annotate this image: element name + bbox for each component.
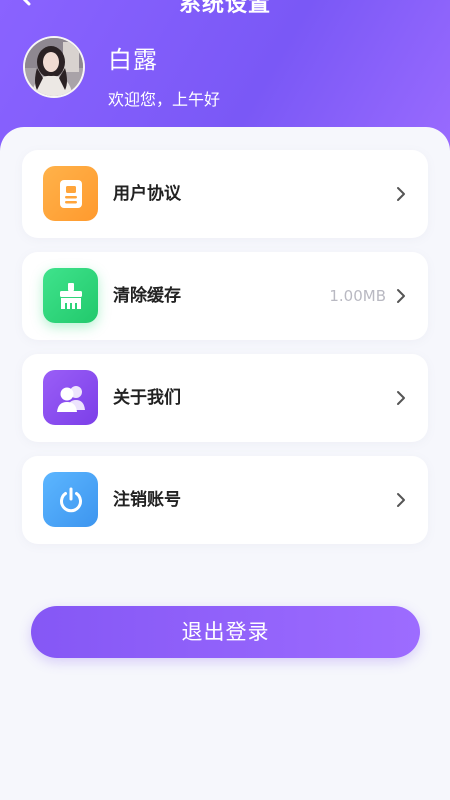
settings-item-label: 清除缓存 — [113, 286, 181, 306]
settings-item-user-agreement[interactable]: 用户协议 — [22, 150, 428, 238]
greeting-text: 欢迎您，上午好 — [108, 90, 221, 109]
chevron-right-icon — [397, 493, 405, 507]
power-icon — [43, 472, 98, 527]
page-title: 系统设置 — [178, 0, 271, 17]
settings-item-clear-cache[interactable]: 清除缓存 1.00MB — [22, 252, 428, 340]
document-icon — [43, 166, 98, 221]
chevron-right-icon — [397, 187, 405, 201]
settings-item-label: 关于我们 — [113, 388, 181, 408]
broom-icon — [43, 268, 98, 323]
chevron-right-icon — [397, 289, 405, 303]
logout-button[interactable]: 退出登录 — [31, 606, 420, 658]
avatar-photo — [25, 38, 83, 96]
settings-item-delete-account[interactable]: 注销账号 — [22, 456, 428, 544]
chevron-right-icon — [397, 391, 405, 405]
cache-size-value: 1.00MB — [329, 287, 386, 305]
user-name: 白露 — [108, 46, 158, 74]
users-icon — [43, 370, 98, 425]
settings-item-label: 用户协议 — [113, 184, 181, 204]
avatar[interactable] — [23, 36, 85, 98]
settings-item-label: 注销账号 — [113, 490, 181, 510]
settings-item-about-us[interactable]: 关于我们 — [22, 354, 428, 442]
